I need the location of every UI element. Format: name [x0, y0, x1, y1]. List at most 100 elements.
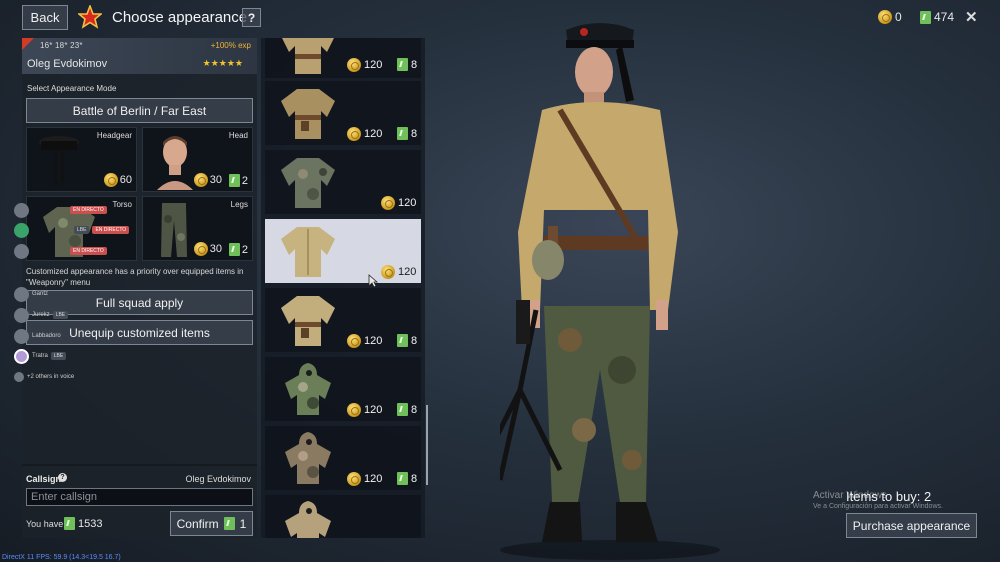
- price-gold: 120: [364, 404, 383, 416]
- soldier-name: Oleg Evdokimov: [27, 58, 108, 70]
- you-have-label: You have: [26, 519, 64, 529]
- live-badge: EN DIRECTO: [70, 206, 107, 214]
- live-badge: EN DIRECTO: [70, 247, 107, 255]
- camo-smock-icon: [285, 432, 331, 484]
- slot-price: 60: [103, 173, 132, 187]
- list-item[interactable]: 120 8: [265, 38, 421, 78]
- ticket-balance: 474: [920, 10, 954, 24]
- gold-coin-icon: [347, 472, 361, 486]
- voice-row: EN DIRECTO: [14, 202, 107, 218]
- soldier-profile[interactable]: 16* 18* 23* +100% exp Oleg Evdokimov ★★★…: [22, 38, 257, 74]
- slot-headgear[interactable]: Headgear 60: [26, 127, 137, 192]
- jacket-icon: [281, 158, 335, 208]
- jacket-icon: [282, 38, 334, 74]
- callsign-help-icon[interactable]: ?: [58, 473, 67, 482]
- gold-amount: 0: [895, 10, 902, 24]
- gold-coin-icon: [347, 403, 361, 417]
- ticket-amount: 474: [934, 10, 955, 24]
- ticket-icon: [64, 517, 75, 530]
- list-item[interactable]: 120 8: [265, 357, 421, 421]
- gold-coin-icon: [193, 173, 208, 187]
- ticket-icon: [228, 174, 240, 187]
- list-item[interactable]: 120 8: [265, 288, 421, 352]
- soldier-stats: 16* 18* 23*: [40, 41, 83, 50]
- gold-coin-icon: [878, 10, 892, 24]
- list-item[interactable]: [265, 495, 421, 538]
- lbe-badge: LBE: [74, 226, 90, 234]
- purchase-appearance-button[interactable]: Purchase appearance: [846, 513, 977, 538]
- head-icon: [157, 136, 193, 190]
- avatar: [14, 348, 29, 364]
- flag-icon: [22, 38, 34, 50]
- list-item[interactable]: 120 8: [265, 426, 421, 490]
- avatar: [14, 286, 29, 302]
- ticket-icon: [397, 472, 408, 485]
- priority-note: Customized appearance has a priority ove…: [26, 267, 244, 287]
- price-tickets: 8: [411, 334, 418, 347]
- price-gold: 30: [209, 243, 222, 255]
- page-title: Choose appearance: [112, 9, 248, 26]
- price-gold: 120: [364, 128, 383, 140]
- jacket-icon: [281, 227, 335, 277]
- slot-head[interactable]: Head 30 2: [142, 127, 253, 192]
- item-price-tickets: 8: [397, 127, 417, 140]
- items-to-buy-count: Items to buy: 2: [846, 489, 932, 504]
- slot-tickets: 2: [228, 243, 248, 256]
- price-gold: 120: [364, 59, 383, 71]
- list-item-selected[interactable]: 120: [265, 219, 421, 283]
- list-item[interactable]: 120 8: [265, 81, 421, 145]
- camo-smock-icon: [285, 501, 331, 538]
- avatar: [14, 243, 29, 259]
- avatar: [14, 222, 29, 238]
- price-gold: 60: [119, 174, 132, 186]
- item-price-gold: 120: [347, 334, 382, 348]
- voice-row: Tratra LBE: [14, 348, 67, 364]
- gold-coin-icon: [381, 265, 395, 279]
- price-gold: 120: [398, 197, 417, 209]
- price-gold: 120: [364, 473, 383, 485]
- help-button[interactable]: ?: [242, 8, 261, 27]
- item-price-gold: 120: [347, 403, 382, 417]
- ticket-icon: [228, 243, 240, 256]
- item-price-gold: 120: [381, 265, 416, 279]
- windows-activation-sub: Ve a Configuración para activar Windows.: [813, 503, 943, 510]
- slot-label: Head: [228, 131, 248, 140]
- ticket-icon: [397, 403, 408, 416]
- jacket-icon: [281, 296, 335, 346]
- voice-row: EN DIRECTO: [14, 243, 107, 259]
- voice-user-name: Tratra: [32, 353, 48, 359]
- slot-label: Torso: [112, 200, 132, 209]
- item-price-gold: 120: [347, 127, 382, 141]
- price-tickets: 8: [411, 403, 418, 416]
- ticket-icon: [920, 10, 931, 24]
- ticket-icon: [397, 127, 408, 140]
- item-list-scrollbar[interactable]: [426, 405, 428, 485]
- gold-coin-icon: [347, 334, 361, 348]
- close-button[interactable]: ✕: [965, 8, 978, 26]
- appearance-panel: 16* 18* 23* +100% exp Oleg Evdokimov ★★★…: [22, 38, 257, 538]
- slot-legs[interactable]: Legs 30 2: [142, 196, 253, 261]
- lbe-badge: LBE: [50, 352, 67, 360]
- voice-row: Labbadoro: [14, 328, 61, 344]
- confirm-button[interactable]: Confirm 1: [170, 511, 253, 536]
- gold-coin-icon: [347, 58, 361, 72]
- confirm-cost: 1: [239, 516, 247, 531]
- slot-tickets: 2: [228, 174, 248, 187]
- voice-user-name: Jurekz: [32, 312, 50, 318]
- you-have-amount: 1533: [78, 517, 103, 530]
- callsign-input[interactable]: [26, 488, 253, 506]
- voice-row: LBE EN DIRECTO: [14, 222, 130, 238]
- list-item[interactable]: 120: [265, 150, 421, 214]
- jacket-icon: [281, 89, 335, 139]
- mode-label: Select Appearance Mode: [27, 84, 117, 93]
- soldier-preview[interactable]: [500, 10, 720, 562]
- appearance-mode-select[interactable]: Battle of Berlin / Far East: [26, 98, 253, 123]
- torso-item-list[interactable]: 120 8 120 8 120 120 120 8 120 8 120 8: [261, 38, 425, 538]
- price-tickets: 2: [241, 174, 248, 187]
- voice-row: +2 others in voice: [14, 369, 74, 385]
- voice-row: Gantz: [14, 286, 48, 302]
- live-badge: EN DIRECTO: [92, 226, 130, 234]
- back-button[interactable]: Back: [22, 5, 68, 30]
- price-tickets: 8: [411, 127, 418, 140]
- price-gold: 120: [398, 266, 417, 278]
